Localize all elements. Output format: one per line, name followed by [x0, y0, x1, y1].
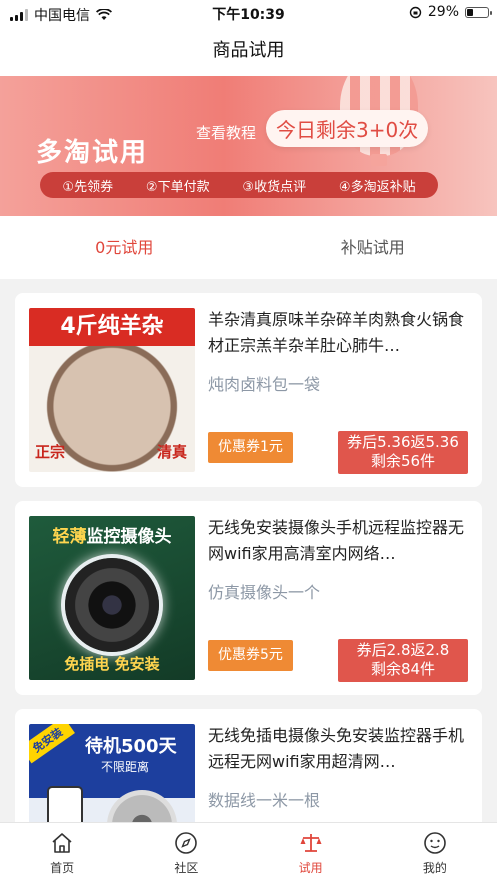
- tab-subsidy-trial[interactable]: 补贴试用: [249, 216, 497, 279]
- remaining-stock: 剩余84件: [370, 660, 436, 678]
- step-3: ③收货点评: [242, 179, 307, 195]
- tab-home[interactable]: 首页: [0, 823, 124, 883]
- tab-community[interactable]: 社区: [124, 823, 248, 883]
- image-badge: 免安装: [29, 724, 75, 764]
- battery-icon: [465, 6, 492, 18]
- remaining-stock: 剩余56件: [370, 452, 436, 470]
- tab-trial[interactable]: 试用: [249, 823, 373, 883]
- product-image[interactable]: 4斤纯羊杂 正宗 清真: [29, 308, 195, 472]
- trial-banner[interactable]: 多淘试用 查看教程 今日剩余3+0次 ①先领券 ②下单付款 ③收货点评 ④多淘返…: [0, 76, 497, 216]
- product-card[interactable]: 轻薄监控摄像头 免插电 免安装 无线免安装摄像头手机远程监控器无网wifi家用高…: [15, 501, 482, 695]
- rebate-price: 券后5.36返5.36: [347, 433, 459, 451]
- banner-brand: 多淘试用: [36, 138, 149, 168]
- product-title[interactable]: 无线免安装摄像头手机远程监控器无网wifi家用高清室内网络…: [208, 515, 470, 567]
- home-icon: [52, 833, 72, 853]
- tab-community-label: 社区: [174, 861, 199, 875]
- image-top-text: 轻薄监控摄像头: [52, 527, 172, 547]
- coupon-button[interactable]: 优惠券5元: [208, 640, 293, 671]
- camera-lens-graphic: [65, 558, 159, 652]
- tab-trial-label: 试用: [298, 861, 323, 875]
- page-title: 商品试用: [212, 40, 285, 61]
- step-4: ④多淘返补贴: [338, 179, 416, 195]
- image-ribbon-text: 4斤纯羊杂: [29, 308, 195, 346]
- bottom-tab-bar: 首页 社区 试用 我的: [0, 822, 497, 883]
- coupon-button[interactable]: 优惠券1元: [208, 432, 293, 463]
- image-corner-left: 正宗: [35, 443, 66, 461]
- face-icon: [424, 832, 446, 854]
- nav-bar: 商品试用: [0, 26, 497, 76]
- product-gift: 仿真摄像头一个: [208, 583, 321, 602]
- tutorial-link[interactable]: 查看教程: [196, 122, 256, 143]
- tab-mine-label: 我的: [422, 861, 447, 875]
- rebate-price: 券后2.8返2.8: [356, 641, 450, 659]
- step-1: ①先领券: [62, 179, 114, 195]
- tab-free-trial[interactable]: 0元试用: [0, 216, 249, 279]
- status-right: 29%: [409, 4, 492, 20]
- product-title[interactable]: 无线免插电摄像头免安装监控器手机远程无网wifi家用超清网…: [208, 723, 470, 775]
- compass-icon: [175, 832, 198, 854]
- tab-mine[interactable]: 我的: [373, 823, 497, 883]
- step-2: ②下单付款: [145, 179, 210, 195]
- steps-bar: ①先领券 ②下单付款 ③收货点评 ④多淘返补贴: [40, 172, 438, 198]
- image-corner-right: 清真: [156, 443, 187, 461]
- scale-icon: [300, 834, 322, 852]
- image-sub-text: 不限距离: [101, 760, 150, 774]
- image-bottom-text: 免插电 免安装: [64, 655, 160, 673]
- product-card[interactable]: 4斤纯羊杂 正宗 清真 羊杂清真原味羊杂碎羊肉熟食火锅食材正宗羔羊杂羊肚心肺牛……: [15, 293, 482, 487]
- trial-tabs: 0元试用 补贴试用: [0, 216, 497, 279]
- status-bar: 中国电信 下午10:39 29%: [0, 0, 497, 26]
- product-image[interactable]: 轻薄监控摄像头 免插电 免安装: [29, 516, 195, 680]
- orientation-lock-icon: [409, 6, 422, 18]
- battery-percent: 29%: [427, 4, 459, 20]
- product-gift: 数据线一米一根: [208, 791, 321, 810]
- product-gift: 炖肉卤料包一袋: [208, 375, 321, 394]
- rebate-button[interactable]: 券后2.8返2.8 剩余84件: [338, 639, 468, 682]
- tab-home-label: 首页: [50, 861, 75, 875]
- product-title[interactable]: 羊杂清真原味羊杂碎羊肉熟食火锅食材正宗羔羊杂羊肚心肺牛…: [208, 307, 470, 359]
- image-top-text: 待机500天: [85, 736, 177, 757]
- product-list: 4斤纯羊杂 正宗 清真 羊杂清真原味羊杂碎羊肉熟食火锅食材正宗羔羊杂羊肚心肺牛……: [15, 293, 482, 883]
- balloon-basket-decoration: [371, 154, 387, 166]
- remaining-count-pill: 今日剩余3+0次: [266, 110, 429, 147]
- rebate-button[interactable]: 券后5.36返5.36 剩余56件: [338, 431, 468, 474]
